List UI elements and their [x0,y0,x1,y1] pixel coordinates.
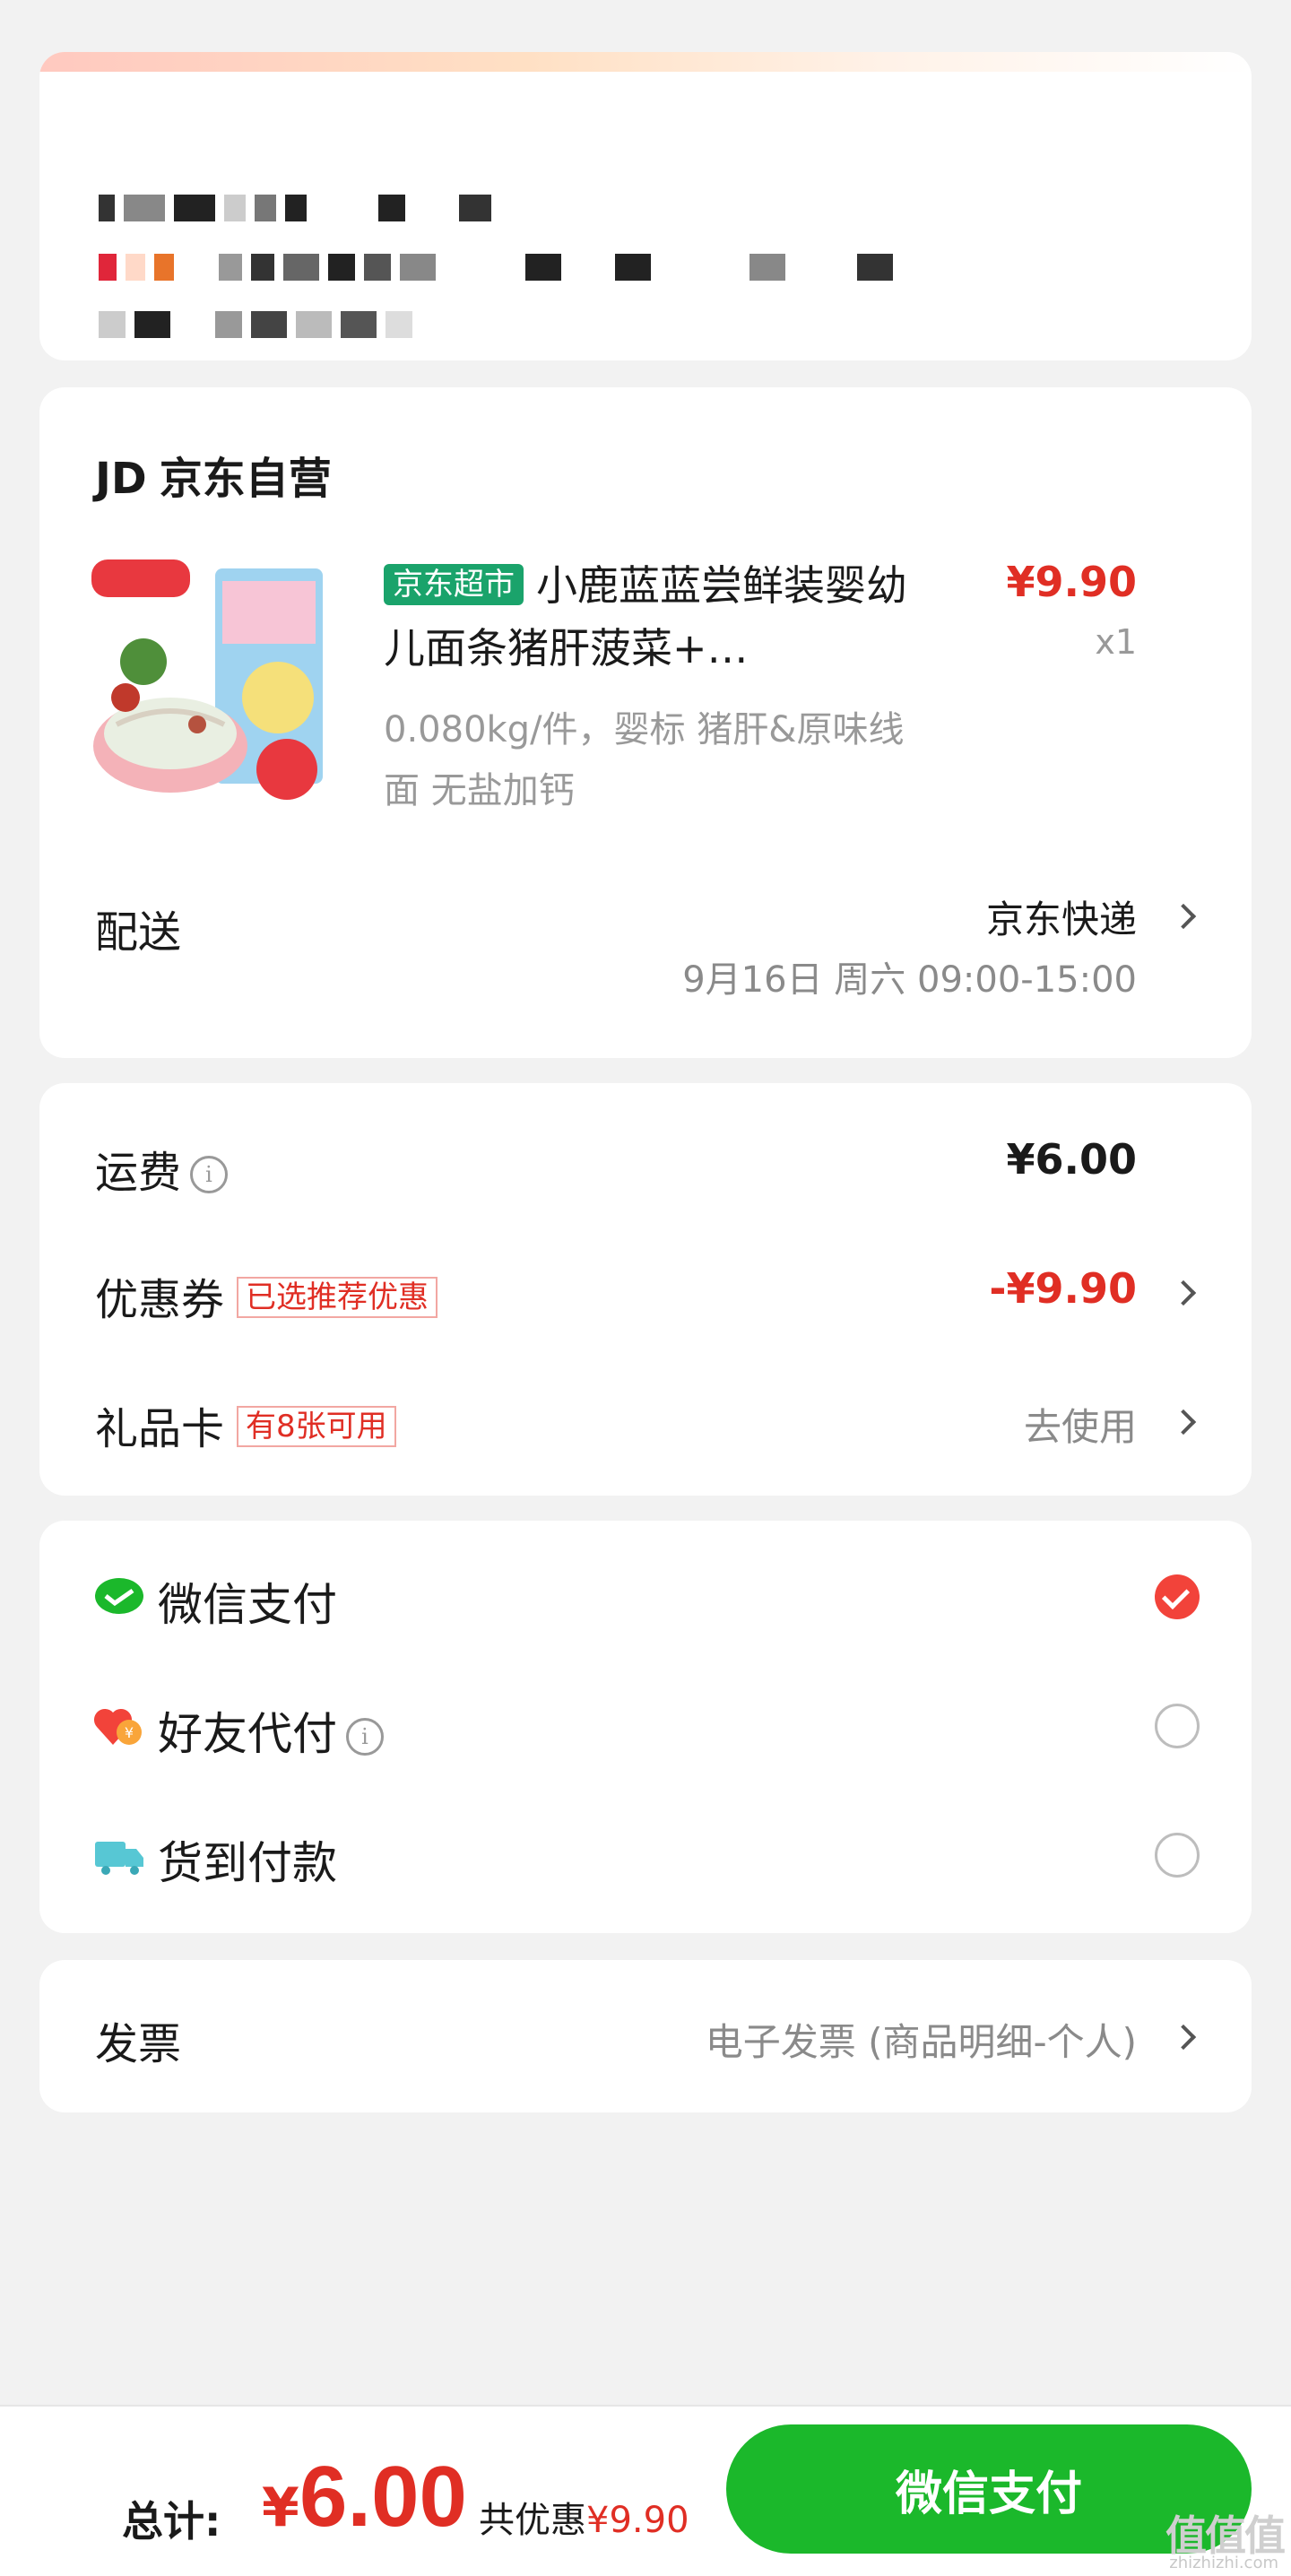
payment-option-label[interactable]: 好友代付 i [158,1698,384,1763]
wechat-pay-radio[interactable] [1155,1574,1200,1619]
gift-card-row[interactable]: 礼品卡 有8张可用 [95,1393,396,1456]
discount-summary: 共优惠¥9.90 [479,2491,689,2543]
info-icon[interactable]: i [346,1718,384,1756]
shipping-fee-label: 运费 [95,1148,182,1198]
gift-card-action[interactable]: 去使用 [1024,1397,1137,1452]
delivery-carrier[interactable]: 京东快递 [986,889,1137,944]
address-top-stripe [39,52,1252,72]
svg-text:¥: ¥ [125,1724,134,1741]
wechat-pay-icon [95,1578,143,1614]
product-quantity: x1 [1095,622,1137,662]
address-redacted-line [99,246,902,289]
shipping-fee-row: 运费 i [95,1137,229,1200]
payment-option-label[interactable]: 微信支付 [158,1569,337,1634]
discount-amount: ¥9.90 [586,2500,689,2541]
address-redacted-line [99,303,421,346]
payment-methods-card: 微信支付 ¥ 好友代付 i 货到付款 [39,1521,1252,1933]
address-card[interactable] [39,52,1252,360]
coupon-row[interactable]: 优惠券 已选推荐优惠 [95,1264,438,1327]
delivery-time[interactable]: 9月16日 周六 09:00-15:00 [682,950,1137,1002]
cash-on-delivery-radio[interactable] [1155,1833,1200,1878]
cash-on-delivery-icon [95,1842,143,1875]
delivery-label: 配送 [95,907,182,958]
product-title[interactable]: 京东超市 小鹿蓝蓝尝鲜装婴幼儿面条猪肝菠菜+… [384,554,940,680]
discount-label: 共优惠 [479,2500,586,2541]
invoice-card[interactable]: 发票 电子发票 (商品明细-个人) [39,1960,1252,2112]
checkout-bottom-bar: 总计: ¥ 6.00 共优惠¥9.90 微信支付 值值值 zhizhizhi.c… [0,2405,1291,2576]
product-price: ¥9.90 [1006,558,1137,606]
total-label: 总计: [122,2497,221,2546]
watermark-url: zhizhizhi.com [1169,2554,1278,2572]
shop-name: 京东自营 [159,454,332,504]
friend-pay-radio[interactable] [1155,1704,1200,1748]
address-redacted-line [99,186,500,230]
payment-option-label[interactable]: 货到付款 [158,1827,337,1892]
friend-pay-icon: ¥ [93,1708,142,1745]
shop-header: JD 京东自营 [95,443,332,506]
product-card: JD 京东自营 京东超市 小鹿蓝蓝尝鲜装婴幼儿面条猪肝菠菜+… ¥9.90 x1 0… [39,387,1252,1058]
chevron-right-icon[interactable] [1170,903,1197,930]
info-icon[interactable]: i [190,1156,229,1193]
jd-logo: JD [95,454,147,504]
total-currency: ¥ [262,2476,299,2539]
gift-card-label: 礼品卡 [95,1404,225,1454]
chevron-right-icon[interactable] [1170,1279,1197,1306]
gift-card-tag: 有8张可用 [237,1406,396,1447]
fees-card: 运费 i ¥6.00 优惠券 已选推荐优惠 -¥9.90 礼品卡 有8张可用 去使用 [39,1083,1252,1496]
coupon-label: 优惠券 [95,1275,225,1325]
coupon-value[interactable]: -¥9.90 [989,1264,1137,1313]
invoice-label: 发票 [95,2019,182,2069]
chevron-right-icon[interactable] [1170,2024,1197,2051]
invoice-value[interactable]: 电子发票 (商品明细-个人) [706,2012,1137,2067]
product-spec: 0.080kg/件，婴标 猪肝&原味线面 无盐加钙 [384,709,905,811]
chevron-right-icon[interactable] [1170,1409,1197,1435]
coupon-tag: 已选推荐优惠 [237,1277,438,1318]
friend-pay-label: 好友代付 [158,1708,337,1760]
jd-supermarket-tag: 京东超市 [384,564,524,605]
shipping-fee-value: ¥6.00 [1006,1135,1137,1184]
total-amount: 6.00 [299,2449,467,2545]
product-thumbnail[interactable] [90,554,394,816]
